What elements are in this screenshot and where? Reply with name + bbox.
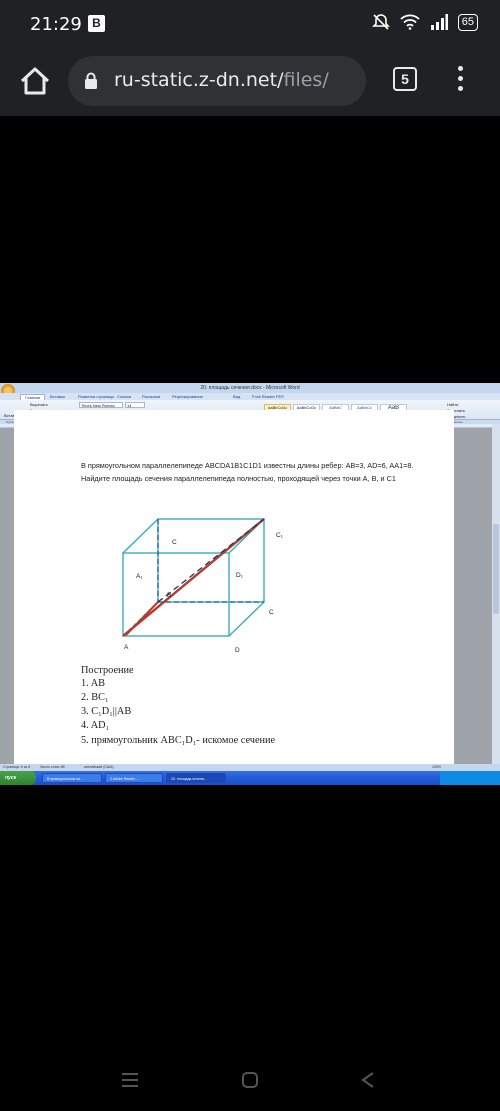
word-count: Число слов: 88 <box>40 765 65 769</box>
tab-switcher-button[interactable]: 5 <box>393 67 417 91</box>
android-nav-bar <box>0 1050 500 1111</box>
language-indicator: английский (США) <box>84 765 114 769</box>
signal-icon <box>430 14 448 30</box>
section-line-b <box>125 601 159 636</box>
construction-step: 4. AD₁ <box>81 720 110 731</box>
label-d1: D₁ <box>236 572 244 579</box>
start-button[interactable]: пуск <box>0 771 36 785</box>
home-nav-icon[interactable] <box>241 1071 259 1089</box>
parallelepiped-figure: C₁ C A₁ D₁ B C A D <box>122 518 284 654</box>
notification-app-icon: B <box>88 15 105 32</box>
recents-icon[interactable] <box>120 1072 140 1088</box>
word-status-bar: Страница: 6 из 6 Число слов: 88 английск… <box>0 764 500 771</box>
browser-menu-icon[interactable] <box>452 66 468 96</box>
status-icons: 65 <box>371 13 478 31</box>
windows-taskbar: пуск В прямоугольном па... 2 Adobe Reade… <box>0 771 500 785</box>
construction-title: Построение <box>81 665 134 676</box>
address-bar[interactable]: ru-static.z-dn.net/files/ <box>68 56 366 106</box>
word-screenshot: 20. площадь сечения.docx - Microsoft Wor… <box>0 383 500 785</box>
taskbar-item[interactable]: 20. площадь сечени... <box>166 773 226 783</box>
wifi-icon <box>400 14 420 30</box>
battery-indicator: 65 <box>457 13 478 31</box>
browser-toolbar: ru-static.z-dn.net/files/ 5 <box>0 50 500 116</box>
back-icon[interactable] <box>359 1071 377 1089</box>
status-time: 21:29 <box>30 14 82 35</box>
status-bar: 21:29 B 65 <box>0 0 500 50</box>
home-icon[interactable] <box>18 64 52 98</box>
construction-step: 1. AB <box>81 678 106 689</box>
label-a1: A₁ <box>136 573 143 580</box>
system-tray <box>440 771 500 785</box>
zoom-level: 100% <box>432 765 441 769</box>
taskbar-item[interactable]: 2 Adobe Reader ... <box>105 773 163 783</box>
label-d: D <box>235 647 240 654</box>
page-indicator: Страница: 6 из 6 <box>3 765 31 769</box>
construction-step: 3. C₁D₁||AB <box>81 706 132 717</box>
taskbar-item[interactable]: В прямоугольном па... <box>42 773 102 783</box>
label-a: A <box>124 644 129 651</box>
construction-step: 2. BC₁ <box>81 692 109 703</box>
label-c: C <box>269 609 274 616</box>
mute-alarm-icon <box>371 14 390 30</box>
label-b: B <box>167 592 171 599</box>
label-c-top: C <box>172 539 177 546</box>
url-text: ru-static.z-dn.net/files/ <box>114 69 329 91</box>
label-c1: C₁ <box>276 532 284 539</box>
section-line-dashed <box>157 518 265 603</box>
construction-step: 5. прямоугольник ABC₁D₁- искомое сечение <box>81 735 276 746</box>
lock-icon <box>85 72 97 89</box>
